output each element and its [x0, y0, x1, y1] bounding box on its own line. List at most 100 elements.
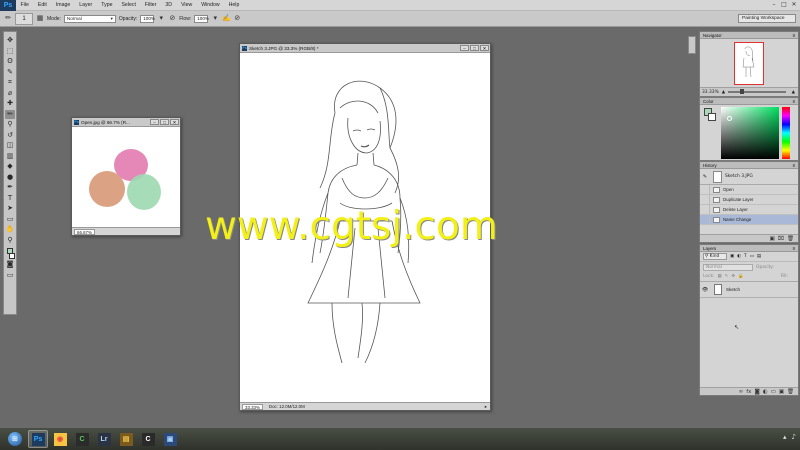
- blur-tool-icon[interactable]: ◆: [5, 162, 15, 171]
- camera-snapshot-icon[interactable]: ⌧: [778, 236, 784, 242]
- history-item[interactable]: Delete Layer: [700, 204, 798, 215]
- menu-filter[interactable]: Filter: [140, 2, 161, 8]
- filter-adjustment-icon[interactable]: ◐: [737, 254, 741, 259]
- panel-menu-icon[interactable]: ≡: [792, 32, 795, 38]
- menu-edit[interactable]: Edit: [33, 2, 51, 8]
- lock-pixels-icon[interactable]: ▦: [718, 274, 722, 279]
- collapsed-panel-strip[interactable]: [688, 36, 696, 54]
- flow-field[interactable]: 100%: [194, 14, 209, 23]
- taskbar-camtasia-recorder[interactable]: C: [138, 430, 158, 448]
- history-brush-source-icon[interactable]: ✎: [700, 174, 710, 180]
- airbrush-icon[interactable]: ✍: [222, 15, 231, 23]
- quick-select-tool-icon[interactable]: ✎: [5, 68, 15, 77]
- brush-panel-toggle-icon[interactable]: ▦: [36, 15, 44, 23]
- lock-move-icon[interactable]: ✥: [731, 274, 735, 279]
- navigator-zoom-slider[interactable]: [728, 89, 786, 95]
- status-menu-arrow-icon[interactable]: ▸: [485, 404, 487, 410]
- layer-visibility-eye-icon[interactable]: 👁: [700, 287, 710, 293]
- color-field-picker[interactable]: [721, 107, 779, 159]
- maximize-button[interactable]: □: [780, 1, 788, 9]
- lasso-tool-icon[interactable]: ʘ: [5, 57, 15, 66]
- layer-style-icon[interactable]: fx: [746, 389, 751, 395]
- filter-pixel-icon[interactable]: ▣: [730, 254, 734, 259]
- menu-file[interactable]: File: [16, 2, 33, 8]
- new-layer-icon[interactable]: ▣: [779, 389, 784, 395]
- dodge-tool-icon[interactable]: ●: [5, 173, 15, 182]
- brush-tool-icon[interactable]: ✏: [4, 15, 12, 23]
- minimize-button[interactable]: –: [770, 1, 778, 9]
- open-document-canvas[interactable]: [72, 127, 180, 227]
- history-state-checkbox[interactable]: [700, 184, 710, 195]
- history-item[interactable]: Duplicate Layer: [700, 194, 798, 205]
- menu-image[interactable]: Image: [51, 2, 74, 8]
- blend-mode-select[interactable]: Normal: [703, 263, 753, 271]
- hand-tool-icon[interactable]: ✋: [5, 225, 15, 234]
- brush-tool-icon[interactable]: ✏: [5, 109, 15, 119]
- marquee-tool-icon[interactable]: ⬚: [5, 47, 15, 56]
- menu-layer[interactable]: Layer: [75, 2, 97, 8]
- taskbar-media-player[interactable]: ▣: [160, 430, 180, 448]
- healing-tool-icon[interactable]: ✚: [5, 99, 15, 108]
- filter-shape-icon[interactable]: ▭: [750, 254, 754, 259]
- panel-menu-icon[interactable]: ≡: [792, 98, 795, 104]
- eyedropper-tool-icon[interactable]: ⌀: [5, 89, 15, 98]
- zoom-tool-icon[interactable]: ⚲: [5, 236, 15, 245]
- history-state-checkbox[interactable]: [700, 194, 710, 205]
- taskbar-chrome[interactable]: ◉: [50, 430, 70, 448]
- history-item[interactable]: Name Change: [700, 214, 798, 225]
- filter-type-icon[interactable]: T: [744, 254, 747, 259]
- sketch-document-titlebar[interactable]: Ps Sketch 3.JPG @ 33.3% (RGB/8) * – □ ✕: [240, 44, 490, 53]
- filter-smart-icon[interactable]: ▤: [757, 254, 761, 259]
- background-color-swatch[interactable]: [9, 252, 15, 259]
- zoom-in-icon[interactable]: ▲: [792, 90, 795, 95]
- layer-filter-kind-select[interactable]: ⚲ Kind: [703, 253, 727, 260]
- volume-icon[interactable]: ♪: [792, 433, 796, 441]
- menu-help[interactable]: Help: [224, 2, 244, 8]
- panel-menu-icon[interactable]: ≡: [792, 245, 795, 251]
- lock-paint-icon[interactable]: ✎: [725, 274, 729, 279]
- path-select-tool-icon[interactable]: ➤: [5, 204, 15, 213]
- zoom-out-icon[interactable]: ▲: [722, 90, 725, 95]
- menu-window[interactable]: Window: [197, 2, 224, 8]
- trash-icon[interactable]: 🗑: [787, 236, 794, 242]
- navigator-tab[interactable]: Navigator ≡: [700, 32, 798, 39]
- hue-slider[interactable]: [782, 107, 790, 159]
- adjustment-layer-icon[interactable]: ◐: [763, 389, 768, 395]
- navigator-zoom-value[interactable]: 33.33%: [702, 90, 719, 95]
- start-button[interactable]: ⊞: [4, 429, 26, 449]
- history-state-checkbox[interactable]: [700, 214, 710, 225]
- history-tab[interactable]: History ≡: [700, 162, 798, 169]
- shape-tool-icon[interactable]: ▭: [5, 215, 15, 224]
- history-snapshot-row[interactable]: ✎ Sketch 3.JPG: [700, 169, 798, 185]
- brush-preset-picker[interactable]: 1: [15, 12, 33, 25]
- menu-type[interactable]: Type: [97, 2, 117, 8]
- taskbar-camtasia[interactable]: C: [72, 430, 92, 448]
- history-item[interactable]: Open: [700, 184, 798, 195]
- eraser-tool-icon[interactable]: ◫: [5, 141, 15, 150]
- open-document-zoom-field[interactable]: 66.67%: [74, 228, 95, 235]
- sketch-canvas[interactable]: [240, 53, 490, 401]
- pen-tool-icon[interactable]: ✒: [5, 183, 15, 192]
- lock-all-icon[interactable]: 🔒: [738, 274, 743, 279]
- flow-dropdown-icon[interactable]: ▾: [211, 15, 219, 23]
- pressure-size-icon[interactable]: ⊘: [233, 15, 241, 23]
- background-color-swatch[interactable]: [708, 113, 716, 121]
- layer-mask-icon[interactable]: ◙: [754, 389, 759, 395]
- pressure-opacity-icon[interactable]: ⊘: [168, 15, 176, 23]
- gradient-tool-icon[interactable]: ▥: [5, 152, 15, 161]
- history-brush-tool-icon[interactable]: ↺: [5, 131, 15, 140]
- taskbar-explorer[interactable]: ▤: [116, 430, 136, 448]
- new-document-from-state-icon[interactable]: ▣: [769, 236, 774, 242]
- panel-menu-icon[interactable]: ≡: [792, 162, 795, 168]
- navigator-preview[interactable]: [734, 42, 764, 85]
- color-picker-cursor[interactable]: [727, 116, 732, 121]
- new-group-icon[interactable]: ▭: [771, 389, 776, 395]
- zoom-slider-handle[interactable]: [739, 89, 744, 95]
- layer-row[interactable]: 👁 Sketch: [700, 282, 798, 298]
- opacity-dropdown-icon[interactable]: ▾: [157, 15, 165, 23]
- doc-maximize-button[interactable]: □: [470, 45, 479, 51]
- doc-maximize-button[interactable]: □: [160, 119, 169, 125]
- type-tool-icon[interactable]: T: [5, 194, 15, 203]
- open-document-titlebar[interactable]: Ps Open.jpg @ 66.7% (R... – □ ✕: [72, 118, 180, 127]
- screen-mode-icon[interactable]: ▭: [5, 271, 15, 280]
